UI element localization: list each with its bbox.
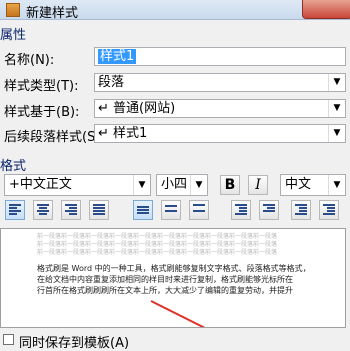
style-type-select[interactable]: 段落 ▼ — [94, 73, 346, 92]
following-style-label: 后续段落样式(S): — [4, 130, 105, 145]
title-bar: 新建样式 — [0, 0, 350, 21]
save-to-template-checkbox[interactable] — [3, 334, 14, 345]
app-icon — [6, 3, 20, 17]
name-label: 名称(N): — [4, 53, 55, 68]
align-left-icon — [9, 204, 21, 216]
format-section-title: 格式 — [0, 159, 27, 174]
chevron-down-icon: ▼ — [328, 125, 345, 142]
chevron-down-icon: ▼ — [328, 175, 345, 195]
align-left-button[interactable] — [5, 200, 25, 220]
font-size-value: 小四 — [161, 177, 188, 192]
italic-button[interactable]: I — [248, 175, 268, 195]
one-half-spacing-icon — [165, 204, 177, 216]
following-style-select[interactable]: ↵ 样式1 ▼ — [94, 124, 346, 143]
align-right-icon — [65, 204, 77, 216]
space-before-increase-button[interactable] — [231, 200, 251, 220]
based-on-value: ↵ 普通(网站) — [98, 101, 176, 116]
close-button[interactable] — [302, 0, 350, 19]
annotation-arrow — [150, 300, 206, 327]
align-right-button[interactable] — [61, 200, 81, 220]
paragraph-spacing-icon — [263, 204, 275, 216]
chevron-down-icon: ▼ — [190, 175, 207, 195]
window-title: 新建样式 — [26, 6, 79, 21]
style-preview: 前一段落前一段落前一段落前一段落前一段落前一段落前一段落前一段落前一段落前一段落… — [0, 228, 346, 328]
font-value: +中文正文 — [9, 177, 72, 192]
double-spacing-icon — [193, 204, 205, 216]
following-style-value: ↵ 样式1 — [98, 126, 148, 141]
script-select[interactable]: 中文 ▼ — [280, 174, 346, 196]
indent-icon — [323, 204, 335, 216]
space-before-decrease-button[interactable] — [259, 200, 279, 220]
based-on-label: 样式基于(B): — [4, 105, 80, 120]
chevron-down-icon: ▼ — [133, 175, 150, 195]
script-value: 中文 — [285, 177, 312, 192]
bold-button[interactable]: B — [220, 175, 240, 195]
font-select[interactable]: +中文正文 ▼ — [4, 174, 151, 196]
font-size-select[interactable]: 小四 ▼ — [156, 174, 208, 196]
one-half-spacing-button[interactable] — [161, 200, 181, 220]
single-spacing-icon — [137, 204, 149, 216]
align-center-button[interactable] — [33, 200, 53, 220]
increase-indent-button[interactable] — [319, 200, 339, 220]
style-type-value: 段落 — [98, 75, 125, 90]
align-center-icon — [37, 204, 49, 216]
name-input[interactable]: 样式1 — [94, 47, 346, 66]
name-input-value: 样式1 — [98, 49, 137, 64]
paragraph-spacing-icon — [235, 204, 247, 216]
justify-button[interactable] — [89, 200, 109, 220]
justify-icon — [93, 204, 105, 216]
based-on-select[interactable]: ↵ 普通(网站) ▼ — [94, 99, 346, 118]
single-spacing-button[interactable] — [133, 200, 153, 220]
double-spacing-button[interactable] — [189, 200, 209, 220]
outdent-icon — [295, 204, 307, 216]
chevron-down-icon: ▼ — [328, 74, 345, 91]
chevron-down-icon: ▼ — [328, 100, 345, 117]
style-type-label: 样式类型(T): — [4, 79, 79, 94]
save-to-template-label: 同时保存到模板(A) — [19, 336, 130, 351]
properties-section-title: 属性 — [0, 28, 27, 43]
decrease-indent-button[interactable] — [291, 200, 311, 220]
